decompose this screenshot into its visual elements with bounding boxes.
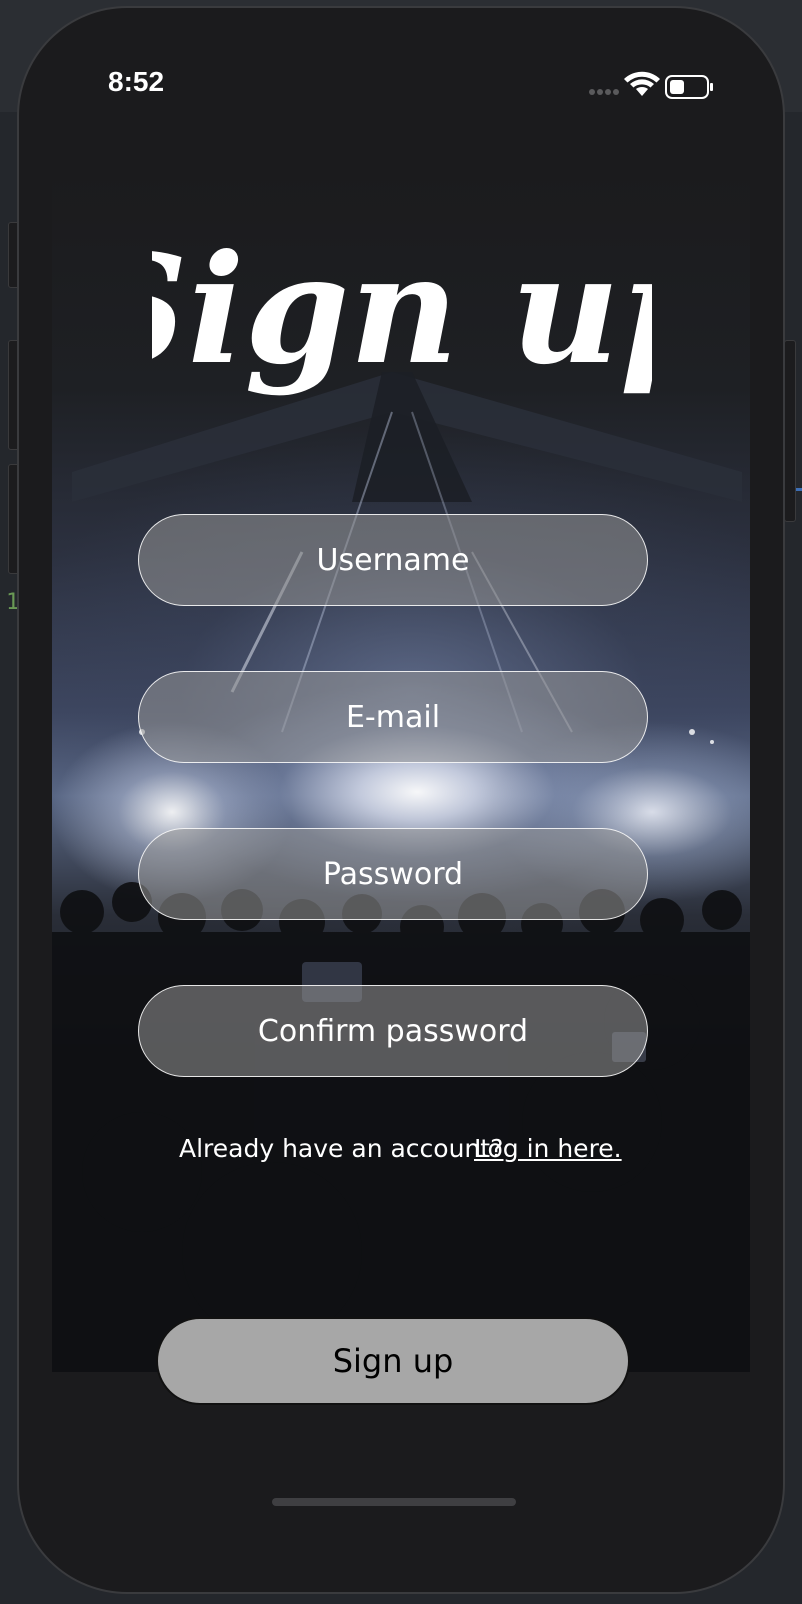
email-placeholder: E-mail	[345, 699, 441, 735]
page-title: Sign up	[152, 222, 652, 398]
cellular-signal-icon	[589, 89, 619, 95]
login-prompt: Already have an account? Log in here.	[139, 1134, 659, 1174]
confirm-password-field[interactable]: Confirm password	[138, 985, 648, 1077]
signup-button[interactable]: Sign up	[156, 1317, 630, 1405]
email-field[interactable]: E-mail	[138, 671, 648, 763]
login-prompt-text: Already have an account?	[179, 1134, 504, 1163]
password-placeholder: Password	[322, 856, 464, 892]
username-field[interactable]: Username	[138, 514, 648, 606]
home-indicator[interactable]	[272, 1498, 516, 1506]
phone-frame: 8:52 Sign up Username E-mail Password Co…	[17, 6, 785, 1594]
battery-icon	[665, 75, 713, 99]
status-time: 8:52	[108, 66, 165, 97]
power-button	[784, 340, 796, 522]
svg-text:Sign up: Sign up	[152, 222, 652, 398]
status-icons	[589, 71, 713, 99]
wifi-icon	[624, 71, 660, 96]
confirm-password-placeholder: Confirm password	[257, 1013, 529, 1049]
login-link[interactable]: Log in here.	[474, 1134, 622, 1163]
username-placeholder: Username	[316, 542, 470, 578]
password-field[interactable]: Password	[138, 828, 648, 920]
